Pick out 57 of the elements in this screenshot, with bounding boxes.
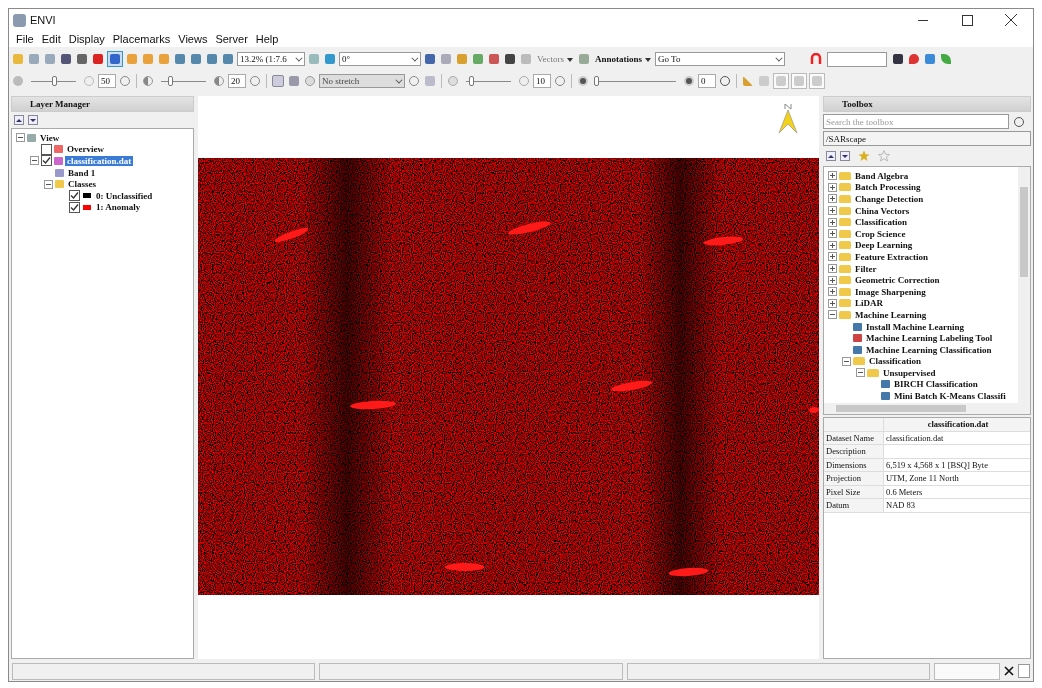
go-to-field[interactable]: Go To bbox=[655, 52, 785, 66]
toolbox-item[interactable]: BIRCH Classification bbox=[892, 379, 980, 390]
property-value: classification.dat bbox=[885, 431, 945, 444]
property-value: NAD 83 bbox=[885, 499, 917, 512]
toolbox-item[interactable]: Deep Learning bbox=[853, 240, 915, 251]
menu-item[interactable]: Display bbox=[64, 33, 109, 45]
layer-item[interactable]: 0: Unclassified bbox=[94, 190, 155, 201]
toolbox-item[interactable]: Machine Learning Labeling Tool bbox=[864, 333, 995, 344]
layer-item[interactable]: Band 1 bbox=[66, 167, 98, 178]
sharpen-value[interactable]: 10 bbox=[533, 74, 551, 88]
toolbox-item[interactable]: Unsupervised bbox=[881, 367, 938, 378]
vectors-menu[interactable]: Vectors bbox=[535, 54, 575, 64]
toolbox-item[interactable]: Classification bbox=[867, 356, 923, 367]
brightness-value[interactable]: 50 bbox=[98, 74, 116, 88]
menu-item[interactable]: Views bbox=[174, 33, 212, 45]
menu-item[interactable]: Help bbox=[251, 33, 283, 45]
panel-header: Layer Manager bbox=[11, 96, 194, 112]
toolbox-item[interactable]: Feature Extraction bbox=[853, 251, 931, 262]
toolbox-item[interactable]: Install Machine Learning bbox=[864, 321, 966, 332]
property-value: 6,519 x 4,568 x 1 [BSQ] Byte bbox=[885, 458, 989, 471]
toolbox-item[interactable]: Geometric Correction bbox=[853, 275, 942, 286]
layer-item[interactable]: 1: Anomaly bbox=[94, 202, 143, 213]
table-header: classification.dat bbox=[926, 418, 990, 431]
menu-item[interactable]: Placemarks bbox=[108, 33, 175, 45]
toolbox-item[interactable]: Crop Science bbox=[853, 228, 908, 239]
toolbox-item[interactable]: Machine Learning Classification bbox=[864, 344, 994, 355]
path-field[interactable]: /SARscape bbox=[823, 131, 1031, 146]
property-name: Projection bbox=[824, 472, 884, 485]
property-value: UTM, Zone 11 North bbox=[885, 472, 960, 485]
property-name: Datum bbox=[824, 499, 884, 512]
toolbox-item[interactable]: Mini Batch K-Means Classifi bbox=[892, 391, 1008, 402]
layer-item[interactable]: Classes bbox=[66, 179, 98, 190]
toolbox-item[interactable]: Machine Learning bbox=[853, 309, 929, 320]
transparency-value[interactable]: 0 bbox=[698, 74, 716, 88]
rotation-dropdown[interactable]: 0° bbox=[339, 52, 421, 66]
property-name: Description bbox=[824, 445, 884, 458]
contrast-value[interactable]: 20 bbox=[228, 74, 246, 88]
toolbox-item[interactable]: Filter bbox=[853, 263, 879, 274]
toolbox-item[interactable]: Image Sharpening bbox=[853, 286, 928, 297]
layer-item[interactable]: Overview bbox=[65, 144, 106, 155]
property-value: 0.6 Meters bbox=[885, 485, 924, 498]
menu-item[interactable]: Server bbox=[211, 33, 252, 45]
toolbox-item[interactable]: China Vectors bbox=[853, 205, 912, 216]
search-field[interactable]: Search the toolbox bbox=[823, 114, 1009, 129]
toolbox-item[interactable]: Batch Processing bbox=[853, 182, 923, 193]
annotations-menu[interactable]: Annotations bbox=[593, 54, 653, 64]
toolbox-item[interactable]: LiDAR bbox=[853, 298, 885, 309]
layer-item[interactable]: classification.dat bbox=[65, 156, 134, 166]
menu-item[interactable]: Edit bbox=[37, 33, 65, 45]
zoom-dropdown[interactable]: 13.2% (1:7.6 bbox=[237, 52, 305, 66]
layer-item[interactable]: View bbox=[38, 132, 62, 143]
toolbox-item[interactable]: Change Detection bbox=[853, 194, 926, 204]
menu-item[interactable]: File bbox=[12, 33, 38, 45]
toolbox-item[interactable]: Band Algebra bbox=[853, 170, 911, 181]
panel-header: Toolbox bbox=[823, 96, 1031, 112]
toolbox-item[interactable]: Classification bbox=[853, 217, 909, 228]
window-title: ENVI bbox=[30, 14, 56, 26]
